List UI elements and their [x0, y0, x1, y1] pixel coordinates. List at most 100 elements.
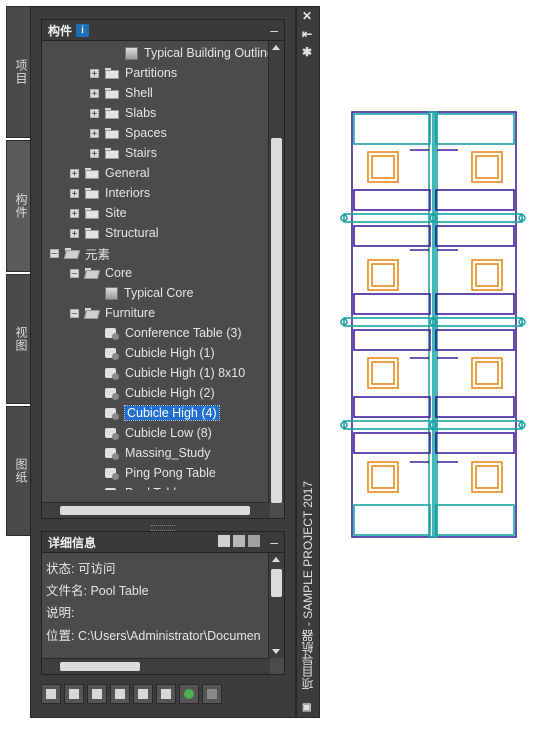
- refresh-icon[interactable]: [179, 684, 199, 704]
- tree-item[interactable]: Cubicle High (1): [90, 344, 215, 362]
- tree-item[interactable]: + Stairs: [90, 144, 157, 162]
- components-title: 构件: [48, 23, 73, 38]
- cubicle-wall: [353, 189, 431, 211]
- tree-item[interactable]: Ping Pong Table: [90, 464, 216, 482]
- cubicle-wall: [353, 396, 431, 418]
- palette-title: 项目导航器 - SAMPLE PROJECT 2017: [301, 480, 315, 690]
- tree-item-label: Cubicle Low (8): [125, 426, 212, 440]
- details-view-icons: [218, 535, 260, 547]
- tree-item[interactable]: + Site: [70, 204, 127, 222]
- tree-item[interactable]: + General: [70, 164, 149, 182]
- expand-icon[interactable]: +: [90, 108, 99, 118]
- tree-item[interactable]: + Partitions: [90, 64, 177, 82]
- expand-icon[interactable]: +: [70, 208, 79, 218]
- folder-icon: [85, 167, 99, 179]
- tree-item[interactable]: Typical Building Outline: [110, 44, 270, 62]
- new-element-icon[interactable]: [87, 684, 107, 704]
- detail-location: 位置: C:\Users\Administrator\Documen: [46, 629, 261, 643]
- tree-item[interactable]: Cubicle High (2): [90, 384, 215, 402]
- collapse-details-button[interactable]: –: [270, 534, 278, 550]
- expand-icon[interactable]: +: [90, 148, 99, 158]
- collapse-icon[interactable]: –: [50, 248, 59, 258]
- tree-item[interactable]: Conference Table (3): [90, 324, 242, 342]
- components-tree: Typical Building Outline + Partitions + Shel…: [42, 41, 270, 490]
- tree-item-label: Core: [105, 266, 133, 280]
- tree-item[interactable]: + Interiors: [70, 184, 150, 202]
- details-scroll-up-icon[interactable]: [272, 557, 280, 562]
- delete-icon[interactable]: [202, 684, 222, 704]
- tree-item[interactable]: Typical Core: [90, 284, 193, 302]
- details-hscroll-thumb[interactable]: [60, 662, 140, 671]
- details-horizontal-scrollbar[interactable]: [42, 658, 270, 674]
- tree-item-label: Structural: [105, 226, 159, 240]
- tree-horizontal-scrollbar[interactable]: [42, 502, 270, 518]
- tree-item[interactable]: Pool Table: [90, 484, 183, 490]
- details-scroll-down-icon[interactable]: [272, 649, 280, 654]
- grid-icon[interactable]: [156, 684, 176, 704]
- details-title: 详细信息: [48, 535, 97, 550]
- folder-open-icon: [85, 307, 99, 319]
- close-icon[interactable]: ✕: [302, 9, 312, 23]
- scroll-down-icon[interactable]: [272, 493, 280, 498]
- description-icon[interactable]: [248, 535, 260, 547]
- collapse-components-button[interactable]: –: [270, 22, 278, 38]
- preview-icon[interactable]: [218, 535, 230, 547]
- tree-hscroll-thumb[interactable]: [60, 506, 250, 515]
- component-icon: [105, 367, 119, 380]
- collapse-icon[interactable]: –: [70, 308, 79, 318]
- tree-item[interactable]: – Core: [70, 264, 132, 282]
- tree-item[interactable]: + Spaces: [90, 124, 167, 142]
- details-content: 状态: 可访问 文件名: Pool Table 说明: 位置: C:\Users…: [42, 553, 270, 659]
- expand-icon[interactable]: +: [70, 188, 79, 198]
- tree-scroll-thumb[interactable]: [271, 138, 282, 503]
- component-icon: [105, 467, 119, 480]
- scroll-up-icon[interactable]: [272, 45, 280, 50]
- building-icon: [105, 286, 118, 300]
- cubicle-wall: [435, 329, 515, 351]
- component-icon: [105, 407, 119, 420]
- expand-icon[interactable]: +: [90, 128, 99, 138]
- collapse-icon[interactable]: –: [70, 268, 79, 278]
- tree-item-label: Spaces: [125, 126, 167, 140]
- tree-vertical-scrollbar[interactable]: [268, 41, 284, 503]
- expand-icon[interactable]: +: [90, 88, 99, 98]
- tree-item[interactable]: Cubicle Low (8): [90, 424, 212, 442]
- tree-item[interactable]: Cubicle High (4): [90, 404, 220, 422]
- tree-item-label: Ping Pong Table: [125, 466, 216, 480]
- tree-item-label: Massing_Study: [125, 446, 211, 460]
- auto-hide-icon[interactable]: ⇤: [302, 27, 312, 41]
- details-vertical-scrollbar[interactable]: [268, 553, 284, 658]
- info-icon[interactable]: i: [76, 23, 90, 37]
- details-scroll-thumb[interactable]: [271, 569, 282, 597]
- folder-icon: [105, 87, 119, 99]
- desk: [353, 113, 431, 145]
- details-icon[interactable]: [233, 535, 245, 547]
- new-folder-icon[interactable]: [64, 684, 84, 704]
- new-component-icon[interactable]: [41, 684, 61, 704]
- cubicle-wall: [435, 225, 515, 247]
- expand-icon[interactable]: +: [70, 228, 79, 238]
- properties-small-icon[interactable]: ▣: [302, 702, 311, 713]
- tree-item[interactable]: – 元素: [50, 244, 110, 262]
- folder-open-icon: [85, 267, 99, 279]
- tree-item[interactable]: – Furniture: [70, 304, 155, 322]
- tree-item[interactable]: + Shell: [90, 84, 153, 102]
- tree-item[interactable]: Massing_Study: [90, 444, 210, 462]
- project-navigator-palette: 构件 i – Typical Building Outline + Partitio…: [30, 6, 296, 718]
- tree-item[interactable]: + Slabs: [90, 104, 156, 122]
- folder-icon: [105, 147, 119, 159]
- folder-icon: [105, 107, 119, 119]
- copy-icon[interactable]: [110, 684, 130, 704]
- tree-item-label: Cubicle High (4): [124, 405, 220, 421]
- tree-item-label: Cubicle High (1) 8x10: [125, 366, 246, 380]
- settings-icon[interactable]: ✱: [302, 45, 312, 59]
- tree-item[interactable]: + Structural: [70, 224, 159, 242]
- palette-title-bar[interactable]: ✕ ⇤ ✱ 项目导航器 - SAMPLE PROJECT 2017 ▣: [296, 6, 320, 718]
- cubicle-wall: [435, 293, 515, 315]
- expand-icon[interactable]: +: [70, 168, 79, 178]
- properties-icon[interactable]: [133, 684, 153, 704]
- expand-icon[interactable]: +: [90, 68, 99, 78]
- tree-item[interactable]: Cubicle High (1) 8x10: [90, 364, 245, 382]
- component-icon: [105, 387, 119, 400]
- tree-item-label: Furniture: [105, 306, 156, 320]
